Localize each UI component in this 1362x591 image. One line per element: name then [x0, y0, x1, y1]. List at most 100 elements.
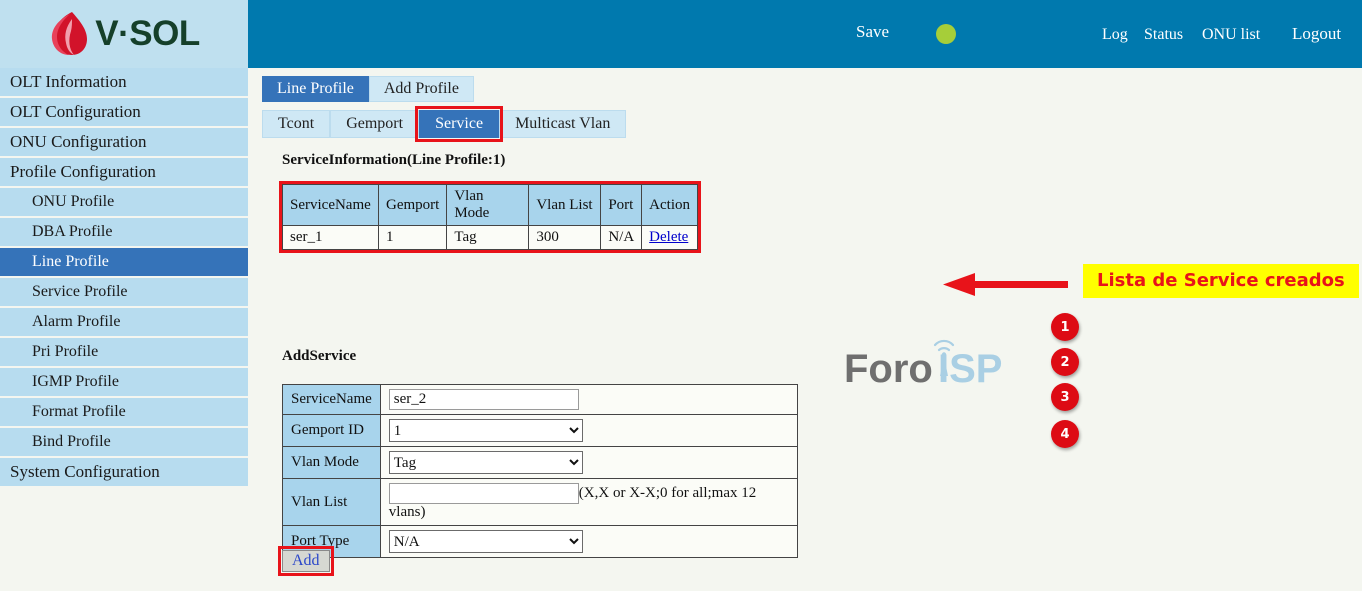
sidebar-item-label: ONU Configuration — [10, 132, 146, 152]
cell-port: N/A — [601, 226, 642, 250]
sidebar-item-alarm-profile[interactable]: Alarm Profile — [0, 308, 248, 338]
sidebar-item-label: ONU Profile — [32, 193, 114, 211]
sidebar-item-service-profile[interactable]: Service Profile — [0, 278, 248, 308]
sidebar-item-onu-profile[interactable]: ONU Profile — [0, 188, 248, 218]
field-label-vlan-list: Vlan List — [283, 479, 381, 526]
sidebar: V·SOL OLT Information OLT Configuration ON… — [0, 0, 248, 591]
form-row: ServiceName — [283, 385, 798, 415]
select-gemport-id[interactable]: 1234 — [389, 419, 583, 442]
service-information-title: ServiceInformation(Line Profile:1) — [282, 152, 505, 169]
column-header: Vlan List — [529, 185, 601, 226]
column-header: Vlan Mode — [447, 185, 529, 226]
input-vlan-list[interactable] — [389, 483, 579, 504]
save-button[interactable]: Save — [856, 22, 889, 42]
table-row: ser_11Tag300N/A Delete — [283, 226, 698, 250]
select-vlan-mode[interactable]: TagTransparentTranslate — [389, 451, 583, 474]
tab-service[interactable]: Service — [419, 110, 499, 138]
sidebar-item-pri-profile[interactable]: Pri Profile — [0, 338, 248, 368]
add-service-form-table: ServiceNameGemport ID 1234 Vlan Mode TagTra… — [282, 384, 798, 558]
delete-link[interactable]: Delete — [649, 229, 688, 245]
field-label-vlan-mode: Vlan Mode — [283, 447, 381, 479]
sidebar-item-onu-configuration[interactable]: ONU Configuration — [0, 128, 248, 158]
green-status-dot-icon — [936, 24, 956, 44]
header-link-log[interactable]: Log — [1102, 26, 1128, 44]
field-label-gemport-id: Gemport ID — [283, 415, 381, 447]
input-servicename[interactable] — [389, 389, 579, 410]
sidebar-item-system-configuration[interactable]: System Configuration — [0, 458, 248, 488]
sidebar-item-label: OLT Information — [10, 72, 127, 92]
sidebar-item-label: Line Profile — [32, 253, 109, 271]
logout-button[interactable]: Logout — [1292, 24, 1341, 44]
sidebar-item-profile-configuration[interactable]: Profile Configuration — [0, 158, 248, 188]
form-row: Vlan List(X,X or X-X;0 for all;max 12 vl… — [283, 479, 798, 526]
sidebar-item-label: Pri Profile — [32, 343, 98, 361]
step-badge-1: 1 — [1051, 313, 1079, 341]
step-badge-3: 3 — [1051, 383, 1079, 411]
sidebar-item-bind-profile[interactable]: Bind Profile — [0, 428, 248, 458]
field-cell-vlan-list: (X,X or X-X;0 for all;max 12 vlans) — [380, 479, 797, 526]
add-service-title: AddService — [282, 348, 356, 365]
sidebar-item-label: Profile Configuration — [10, 162, 156, 182]
sidebar-item-label: Format Profile — [32, 403, 126, 421]
field-label-servicename: ServiceName — [283, 385, 381, 415]
tab-tcont[interactable]: Tcont — [262, 110, 330, 138]
service-information-table-container: ServiceNameGemportVlan ModeVlan ListPort… — [282, 184, 698, 250]
tab-service-wrapper: Service — [419, 110, 499, 138]
field-cell-vlan-mode: TagTransparentTranslate — [380, 447, 797, 479]
foroisp-watermark: Foro ISP — [840, 332, 1030, 392]
step-badge-2: 2 — [1051, 348, 1079, 376]
table-header-row: ServiceNameGemportVlan ModeVlan ListPort… — [283, 185, 698, 226]
sidebar-item-label: Service Profile — [32, 283, 128, 301]
cell-vlan-mode: Tag — [447, 226, 529, 250]
sidebar-item-label: Bind Profile — [32, 433, 111, 451]
add-button[interactable]: Add — [282, 550, 330, 572]
sidebar-item-label: IGMP Profile — [32, 373, 119, 391]
watermark-text-left: Foro — [844, 347, 933, 391]
sidebar-item-line-profile[interactable]: Line Profile — [0, 248, 248, 278]
sidebar-item-olt-configuration[interactable]: OLT Configuration — [0, 98, 248, 128]
service-information-table: ServiceNameGemportVlan ModeVlan ListPort… — [282, 184, 698, 250]
column-header: Port — [601, 185, 642, 226]
form-row: Vlan Mode TagTransparentTranslate — [283, 447, 798, 479]
watermark-text-right: ISP — [938, 347, 1002, 391]
step-badge-4: 4 — [1051, 420, 1079, 448]
cell-service-name: ser_1 — [283, 226, 379, 250]
sidebar-item-igmp-profile[interactable]: IGMP Profile — [0, 368, 248, 398]
cell-action[interactable]: Delete — [642, 226, 698, 250]
sidebar-item-label: OLT Configuration — [10, 102, 141, 122]
vsol-flame-logo-icon — [48, 11, 88, 57]
brand-logo-area: V·SOL — [0, 0, 248, 68]
select-port-type[interactable]: N/AETHCATV — [389, 530, 583, 553]
callout-annotation-label: Lista de Service creados — [1083, 264, 1359, 298]
form-row: Port TypeN/AETHCATV — [283, 526, 798, 558]
column-header: Action — [642, 185, 698, 226]
tab-add-profile[interactable]: Add Profile — [369, 76, 474, 102]
header-link-onu-list[interactable]: ONU list — [1202, 26, 1260, 44]
sidebar-menu: OLT Information OLT Configuration ONU Conf… — [0, 68, 248, 488]
sidebar-item-label: DBA Profile — [32, 223, 112, 241]
red-arrow-annotation-icon — [941, 271, 1071, 297]
main-content: Line ProfileAdd Profile TcontGemportServ… — [248, 68, 1362, 591]
sidebar-item-format-profile[interactable]: Format Profile — [0, 398, 248, 428]
tab-line-profile[interactable]: Line Profile — [262, 76, 369, 102]
header-link-status[interactable]: Status — [1144, 26, 1183, 44]
form-row: Gemport ID 1234 — [283, 415, 798, 447]
field-cell-gemport-id: 1234 — [380, 415, 797, 447]
secondary-tab-bar: TcontGemportServiceMulticast Vlan — [262, 110, 626, 138]
column-header: ServiceName — [283, 185, 379, 226]
top-header: Save Log Status ONU list Logout — [248, 0, 1362, 68]
add-button-container: Add — [282, 550, 330, 572]
cell-gemport: 1 — [379, 226, 447, 250]
primary-tab-bar: Line ProfileAdd Profile — [262, 76, 474, 102]
field-cell-port-type: N/AETHCATV — [380, 526, 797, 558]
tab-multicast-vlan[interactable]: Multicast Vlan — [499, 110, 626, 138]
column-header: Gemport — [379, 185, 447, 226]
field-cell-servicename — [380, 385, 797, 415]
sidebar-item-dba-profile[interactable]: DBA Profile — [0, 218, 248, 248]
cell-vlan-list: 300 — [529, 226, 601, 250]
sidebar-item-label: System Configuration — [10, 462, 160, 482]
tab-gemport[interactable]: Gemport — [330, 110, 419, 138]
add-service-form-container: ServiceNameGemport ID 1234 Vlan Mode TagTra… — [282, 384, 798, 558]
sidebar-item-label: Alarm Profile — [32, 313, 120, 331]
sidebar-item-olt-information[interactable]: OLT Information — [0, 68, 248, 98]
